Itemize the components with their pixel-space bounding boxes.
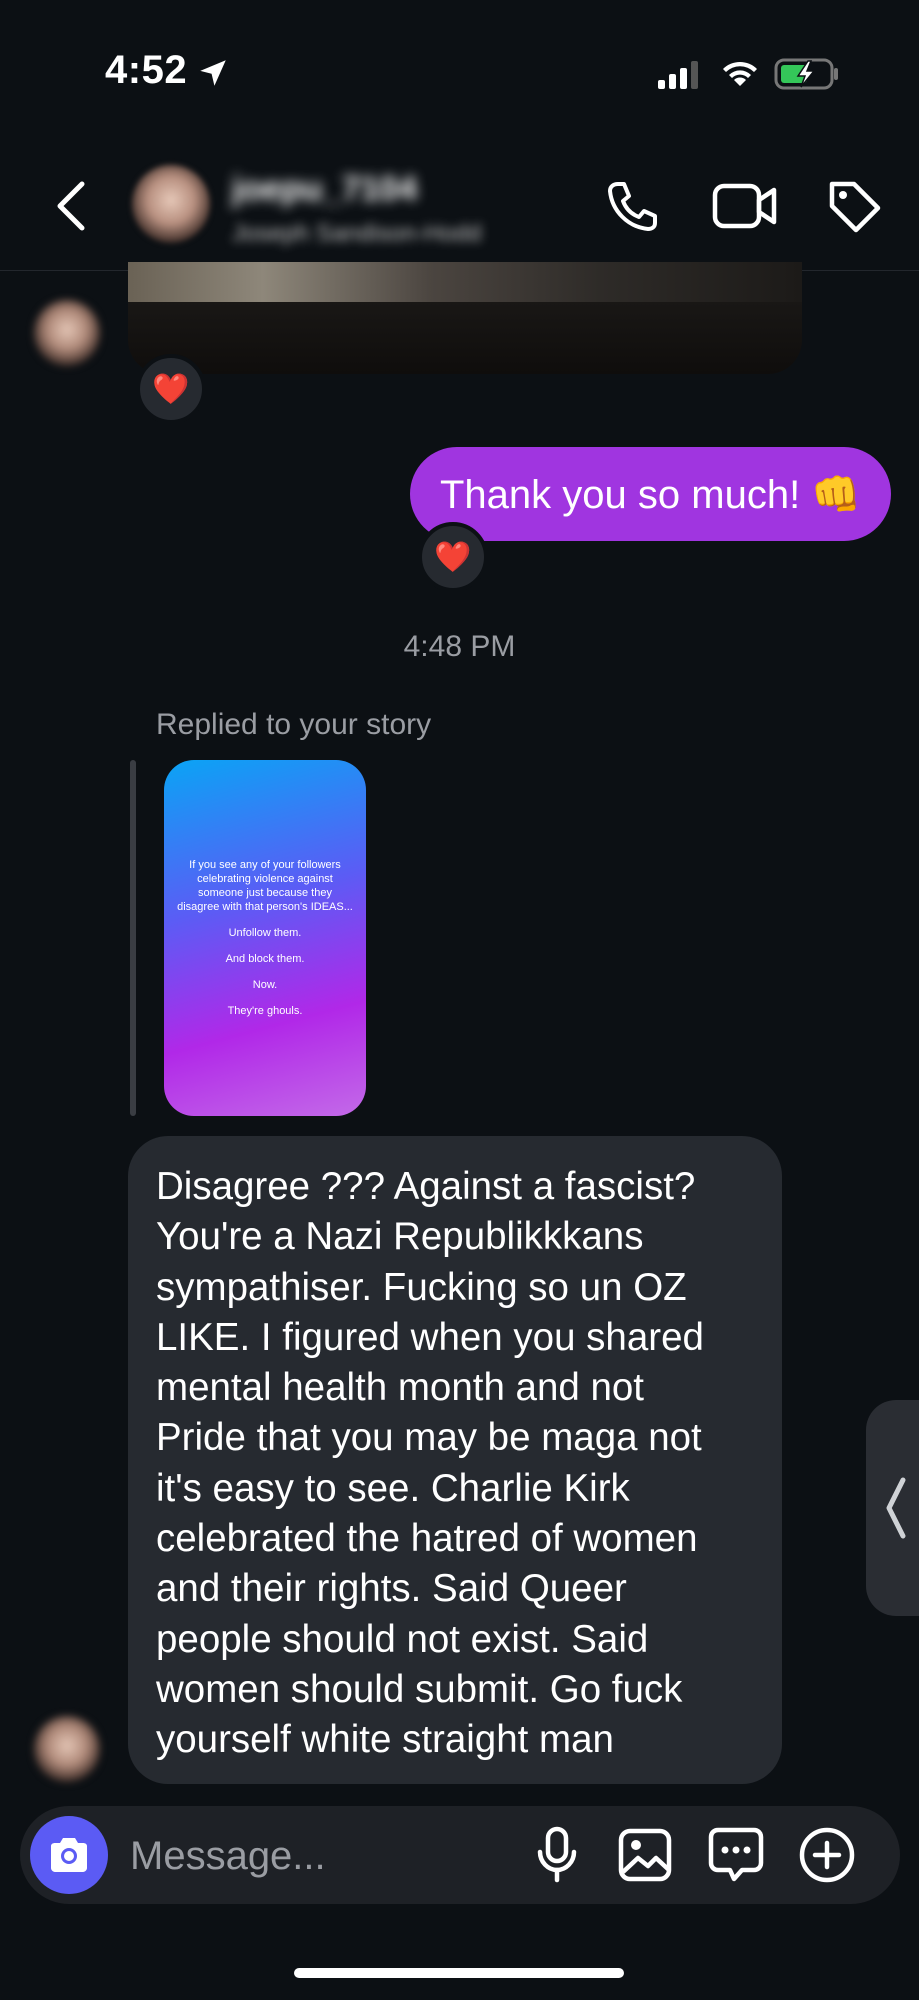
story-text-line: Unfollow them. (228, 927, 302, 939)
story-reply-label: Replied to your story (156, 708, 432, 741)
camera-icon (51, 1838, 87, 1872)
message-line: Pride that you may be maga not (156, 1416, 702, 1460)
story-text-line: Now. (252, 979, 278, 991)
video-call-icon[interactable] (712, 180, 778, 232)
side-panel-handle[interactable] (866, 1400, 919, 1616)
contact-name[interactable]: joepu_7104 (232, 170, 417, 209)
gallery-icon[interactable] (618, 1828, 672, 1882)
cellular-signal-icon (658, 61, 698, 89)
sender-avatar[interactable] (34, 300, 100, 366)
camera-button[interactable] (30, 1816, 108, 1894)
message-input[interactable] (128, 1826, 512, 1886)
message-line: sympathiser. Fucking so un OZ (156, 1265, 687, 1309)
message-line: women should submit. Go fuck (156, 1667, 683, 1711)
back-icon[interactable] (50, 178, 94, 234)
wifi-icon (723, 61, 757, 86)
heart-reaction-icon[interactable]: ❤️ (136, 354, 206, 424)
status-time: 4:52 (105, 48, 188, 92)
battery-charging-icon (774, 58, 838, 90)
message-line: celebrated the hatred of women (156, 1517, 698, 1561)
sent-message-bubble[interactable]: Thank you so much! 👊 (410, 447, 892, 541)
message-timestamp: 4:48 PM (403, 630, 516, 663)
message-line: and their rights. Said Queer (156, 1567, 627, 1611)
chevron-left-icon (886, 1477, 906, 1539)
message-line: Disagree ??? Against a fascist? (156, 1165, 696, 1208)
microphone-icon[interactable] (532, 1826, 582, 1884)
contact-avatar[interactable] (132, 165, 210, 243)
story-text-line: They're ghouls. (227, 1005, 303, 1017)
story-text-line: And block them. (225, 953, 305, 965)
story-text-line: If you see any of your followers celebra… (177, 859, 353, 913)
story-reply-bar (130, 760, 136, 1116)
home-indicator (294, 1968, 624, 1978)
story-thumbnail[interactable]: If you see any of your followers celebra… (164, 760, 366, 1116)
received-message-bubble[interactable]: Disagree ??? Against a fascist? You're a… (128, 1136, 782, 1784)
heart-reaction-icon[interactable]: ❤️ (418, 522, 488, 592)
message-line: it's easy to see. Charlie Kirk (156, 1466, 630, 1510)
contact-subtitle: Joseph Sandison-Hodd (232, 220, 482, 247)
message-line: mental health month and not (156, 1366, 644, 1410)
message-line: people should not exist. Said (156, 1617, 649, 1661)
tag-icon[interactable] (826, 178, 882, 234)
call-icon[interactable] (604, 178, 660, 234)
message-line: yourself white straight man (156, 1718, 614, 1762)
sender-avatar[interactable] (34, 1716, 100, 1782)
message-line: LIKE. I figured when you shared (156, 1315, 704, 1359)
location-arrow-icon (200, 60, 226, 86)
message-line: You're a Nazi Republikkkans (156, 1215, 644, 1259)
message-options-icon[interactable] (708, 1826, 764, 1882)
previous-media-message[interactable] (128, 262, 802, 374)
add-icon[interactable] (798, 1826, 856, 1884)
